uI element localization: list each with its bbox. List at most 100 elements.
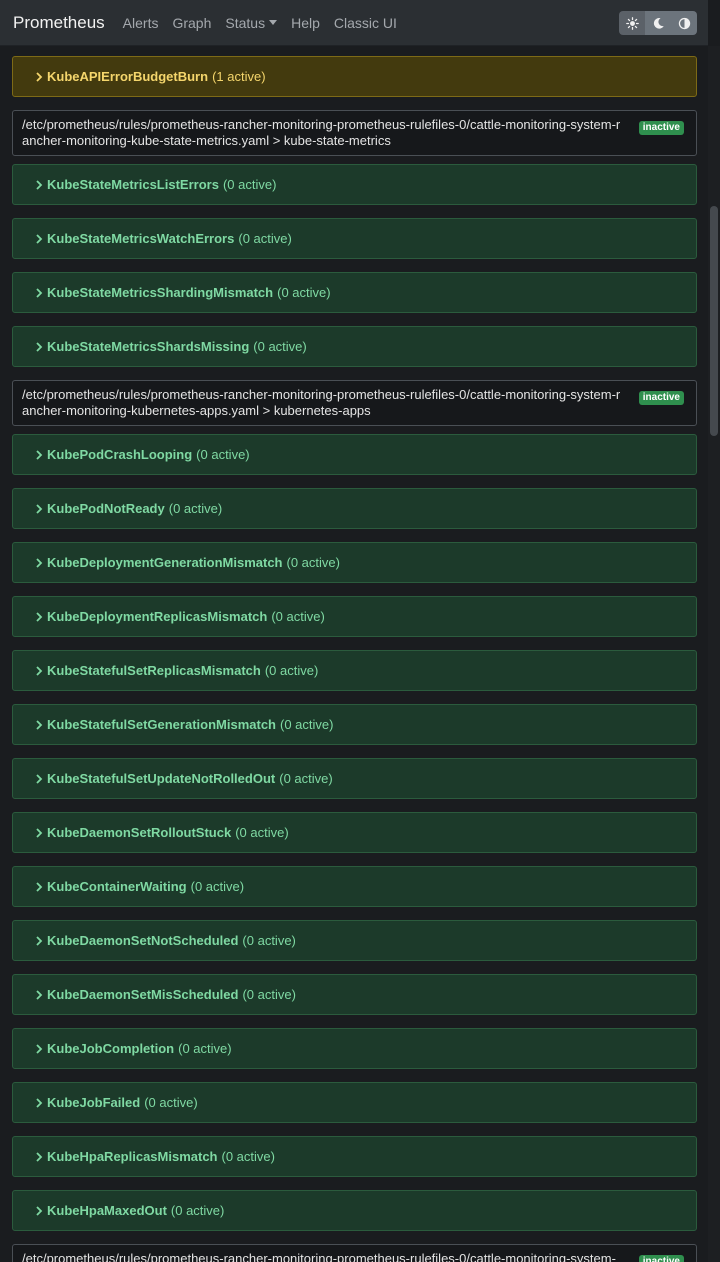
alert-active-count: (0 active) <box>242 933 296 948</box>
alert-active-count: (0 active) <box>277 285 331 300</box>
alert-active-count: (0 active) <box>178 1041 232 1056</box>
alert-rule-name: KubeJobFailed <box>47 1095 141 1110</box>
status-badge: inactive <box>638 121 684 135</box>
alert-rule-name: KubeDeploymentGenerationMismatch <box>47 555 283 570</box>
light-theme-button[interactable] <box>619 11 645 35</box>
alert-rule-name: KubeStateMetricsShardsMissing <box>47 339 250 354</box>
scrollbar-thumb[interactable] <box>710 206 718 436</box>
auto-theme-button[interactable] <box>671 11 697 35</box>
chevron-right-icon <box>36 665 43 676</box>
alert-rule-row[interactable]: KubeStatefulSetReplicasMismatch (0 active… <box>12 650 697 691</box>
alert-active-count: (0 active) <box>279 771 333 786</box>
alert-rule-row[interactable]: KubeStateMetricsShardsMissing (0 active) <box>12 326 697 367</box>
alert-rule-name: KubeStateMetricsWatchErrors <box>47 231 235 246</box>
alert-active-count: (0 active) <box>264 663 319 678</box>
chevron-right-icon <box>36 71 43 82</box>
alert-rule-row[interactable]: KubeDaemonSetNotScheduled (0 active) <box>12 920 697 961</box>
rule-group-path: /etc/prometheus/rules/prometheus-rancher… <box>22 1251 616 1262</box>
alert-rule-row[interactable]: KubeStateMetricsShardingMismatch (0 activ… <box>12 272 697 313</box>
alert-rule-row[interactable]: KubeStateMetricsWatchErrors (0 active) <box>12 218 697 259</box>
brand-title[interactable]: Prometheus <box>13 13 105 33</box>
alert-active-count: (0 active) <box>196 447 250 462</box>
alert-active-count: (0 active) <box>253 339 307 354</box>
chevron-right-icon <box>36 1205 43 1216</box>
scrollbar-track[interactable] <box>708 46 720 1262</box>
rule-groups: /etc/prometheus/rules/prometheus-rancher… <box>12 110 697 1262</box>
alert-rule-name: KubeDaemonSetNotScheduled <box>47 933 239 948</box>
alert-rule-row[interactable]: KubeStateMetricsListErrors (0 active) <box>12 164 697 205</box>
alert-rule-row[interactable]: KubePodNotReady (0 active) <box>12 488 697 529</box>
chevron-right-icon <box>36 449 43 460</box>
chevron-right-icon <box>36 179 43 190</box>
alert-rule-row[interactable]: KubeHpaMaxedOut (0 active) <box>12 1190 697 1231</box>
alert-rule-row[interactable]: KubeAPIErrorBudgetBurn (1 active) <box>12 56 697 97</box>
alert-rule-row[interactable]: KubeJobCompletion (0 active) <box>12 1028 697 1069</box>
rules-list: KubeAPIErrorBudgetBurn (1 active) /etc/p… <box>12 56 697 1262</box>
alert-rule-row[interactable]: KubeDaemonSetRolloutStuck (0 active) <box>12 812 697 853</box>
sun-icon <box>625 16 639 30</box>
alert-active-count: (0 active) <box>238 231 292 246</box>
alert-rule-row[interactable]: KubeHpaReplicasMismatch (0 active) <box>12 1136 697 1177</box>
chevron-right-icon <box>36 1151 43 1162</box>
nav-graph[interactable]: Graph <box>172 15 211 31</box>
alert-active-count: (0 active) <box>144 1095 198 1110</box>
chevron-right-icon <box>36 827 43 838</box>
rule-group-header: /etc/prometheus/rules/prometheus-rancher… <box>12 110 697 156</box>
chevron-right-icon <box>36 881 43 892</box>
alert-rule-name: KubePodNotReady <box>47 501 165 516</box>
contrast-icon <box>678 17 690 29</box>
alert-rule-name: KubeDaemonSetRolloutStuck <box>47 825 232 840</box>
alert-active-count: (0 active) <box>271 609 325 624</box>
rule-group-header: /etc/prometheus/rules/prometheus-rancher… <box>12 1244 697 1262</box>
rule-group-path: /etc/prometheus/rules/prometheus-rancher… <box>22 387 621 418</box>
chevron-right-icon <box>36 773 43 784</box>
alert-rule-row[interactable]: KubeStatefulSetUpdateNotRolledOut (0 acti… <box>12 758 697 799</box>
alert-rule-row[interactable]: KubeDeploymentGenerationMismatch (0 activ… <box>12 542 697 583</box>
alert-active-count: (0 active) <box>168 501 223 516</box>
alert-rule-row[interactable]: KubeStatefulSetGenerationMismatch (0 acti… <box>12 704 697 745</box>
status-badge: inactive <box>638 1255 684 1262</box>
chevron-right-icon <box>36 1043 43 1054</box>
alert-rule-name: KubeDaemonSetMisScheduled <box>47 987 239 1002</box>
dark-theme-button[interactable] <box>645 11 671 35</box>
chevron-right-icon <box>36 233 43 244</box>
alert-rule-row[interactable]: KubeDaemonSetMisScheduled (0 active) <box>12 974 697 1015</box>
rule-group-path: /etc/prometheus/rules/prometheus-rancher… <box>22 117 621 148</box>
alert-active-count: (0 active) <box>190 879 245 894</box>
status-badge: inactive <box>638 391 684 405</box>
alert-rule-name: KubeAPIErrorBudgetBurn <box>47 69 209 84</box>
rule-group-header: /etc/prometheus/rules/prometheus-rancher… <box>12 380 697 426</box>
alert-active-count: (0 active) <box>280 717 334 732</box>
chevron-right-icon <box>36 611 43 622</box>
chevron-right-icon <box>36 1097 43 1108</box>
chevron-right-icon <box>36 557 43 568</box>
alert-rule-name: KubeStatefulSetGenerationMismatch <box>47 717 276 732</box>
moon-icon <box>653 17 664 29</box>
alert-rule-name: KubeStatefulSetUpdateNotRolledOut <box>47 771 276 786</box>
caret-down-icon <box>269 20 278 25</box>
alert-active-count: (0 active) <box>235 825 289 840</box>
nav-alerts[interactable]: Alerts <box>123 15 159 31</box>
nav-status-label: Status <box>225 14 266 31</box>
alert-rule-name: KubePodCrashLooping <box>47 447 193 462</box>
alert-active-count: (0 active) <box>170 1203 225 1218</box>
alert-rule-name: KubeStatefulSetReplicasMismatch <box>47 663 261 678</box>
alert-rule-row[interactable]: KubeContainerWaiting (0 active) <box>12 866 697 907</box>
nav-status-dropdown[interactable]: Status <box>225 14 278 31</box>
theme-toggle-group <box>619 11 697 35</box>
alert-rule-row[interactable]: KubeDeploymentReplicasMismatch (0 active) <box>12 596 697 637</box>
alert-rule-row[interactable]: KubeJobFailed (0 active) <box>12 1082 697 1123</box>
alert-active-count: (1 active) <box>212 69 266 84</box>
alert-rule-row[interactable]: KubePodCrashLooping (0 active) <box>12 434 697 475</box>
alert-active-count: (0 active) <box>221 1149 275 1164</box>
alert-rule-name: KubeStateMetricsListErrors <box>47 177 219 192</box>
alert-active-count: (0 active) <box>222 177 277 192</box>
alert-rule-name: KubeHpaMaxedOut <box>47 1203 167 1218</box>
nav-help[interactable]: Help <box>291 15 320 31</box>
chevron-right-icon <box>36 287 43 298</box>
alert-rule-name: KubeHpaReplicasMismatch <box>47 1149 218 1164</box>
chevron-right-icon <box>36 719 43 730</box>
nav-classic-ui[interactable]: Classic UI <box>334 15 397 31</box>
chevron-right-icon <box>36 341 43 352</box>
alert-rule-name: KubeStateMetricsShardingMismatch <box>47 285 274 300</box>
